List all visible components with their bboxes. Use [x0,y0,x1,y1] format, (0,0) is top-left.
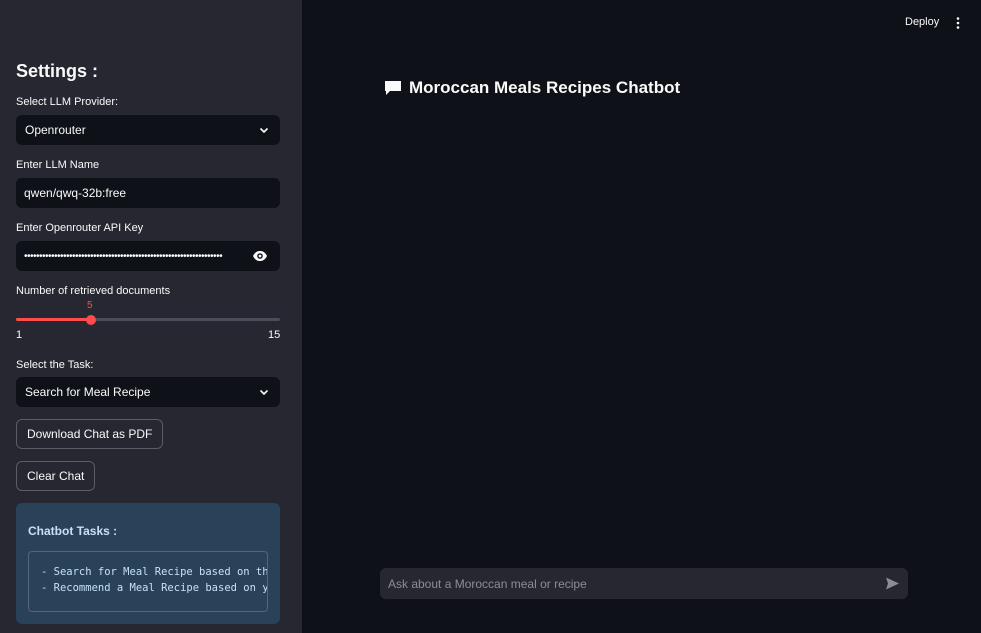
page-title-text: Moroccan Meals Recipes Chatbot [409,78,681,97]
api-key-masked-value: ••••••••••••••••••••••••••••••••••••••••… [24,250,223,262]
chat-bubble-icon [385,81,401,95]
docs-slider-min: 1 [16,329,23,341]
provider-label: Select LLM Provider: [16,96,119,108]
deploy-button[interactable]: Deploy [905,16,939,28]
provider-select-value: Openrouter [25,123,86,137]
clear-chat-button[interactable]: Clear Chat [16,461,96,491]
provider-select[interactable]: Openrouter [16,115,280,145]
settings-title: Settings : [16,61,99,81]
docs-slider-value: 5 [87,300,93,311]
api-key-input[interactable]: ••••••••••••••••••••••••••••••••••••••••… [16,241,280,271]
download-chat-pdf-button[interactable]: Download Chat as PDF [16,419,164,449]
eye-icon[interactable] [252,249,268,263]
send-icon[interactable] [885,576,900,591]
chevron-down-icon [259,127,269,134]
more-options-icon[interactable] [955,16,961,30]
task-select-value: Search for Meal Recipe [25,385,151,399]
page-title: Moroccan Meals Recipes Chatbot [384,78,680,98]
chevron-down-icon [259,389,269,396]
docs-slider-fill [16,318,92,321]
api-key-label: Enter Openrouter API Key [16,222,144,234]
docs-slider-label: Number of retrieved documents [16,285,171,297]
info-title: Chatbot Tasks : [28,524,118,538]
llm-name-label: Enter LLM Name [16,159,100,171]
task-line: - Recommend a Meal Recipe based on your … [41,582,268,594]
chat-input-placeholder: Ask about a Moroccan meal or recipe [388,576,587,591]
llm-name-input[interactable]: qwen/qwq-32b:free [16,178,280,208]
docs-slider-track[interactable] [16,314,280,325]
sidebar: Settings : Select LLM Provider: Openrout… [0,0,302,633]
tasks-code-block[interactable]: - Search for Meal Recipe based on the us… [28,551,268,612]
task-line: - Search for Meal Recipe based on the us… [41,566,268,578]
chat-input[interactable]: Ask about a Moroccan meal or recipe [380,568,908,599]
task-label: Select the Task: [16,359,94,371]
llm-name-value: qwen/qwq-32b:free [24,186,127,200]
chatbot-tasks-info: Chatbot Tasks : - Search for Meal Recipe… [16,503,280,624]
docs-slider-thumb[interactable] [86,314,97,325]
task-select[interactable]: Search for Meal Recipe [16,377,280,407]
docs-slider-max: 15 [268,329,281,341]
